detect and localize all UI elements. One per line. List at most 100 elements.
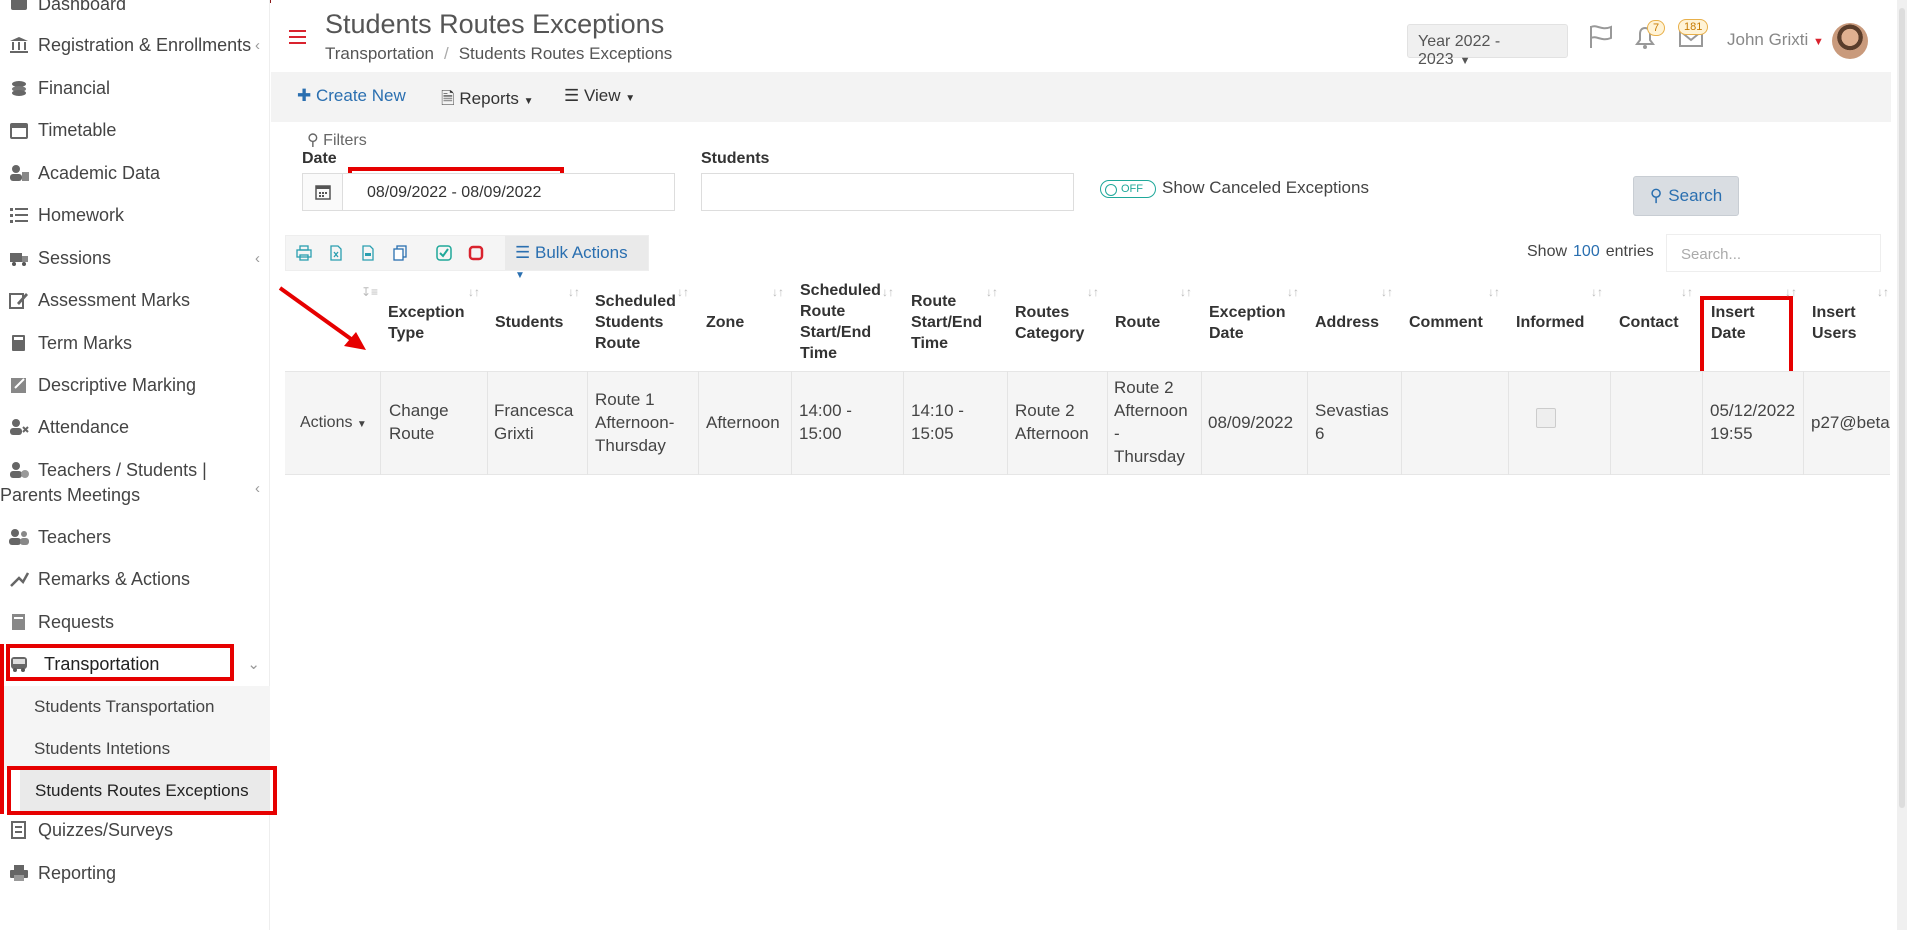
excel-icon[interactable]	[328, 245, 344, 261]
date-range-input[interactable]: 08/09/2022 - 08/09/2022	[302, 173, 675, 211]
sort-icon[interactable]: ↓↑	[986, 285, 998, 299]
sidebar-item-transportation[interactable]: Transportation ⌄	[0, 651, 270, 677]
sidebar-item-registration[interactable]: Registration & Enrollments ‹	[0, 32, 270, 58]
entries-count-select[interactable]: 100	[1573, 243, 1600, 260]
sidebar-item-sessions[interactable]: Sessions ‹	[0, 245, 270, 271]
user-menu[interactable]: John Grixti ▼	[1727, 30, 1824, 50]
scrollbar-thumb[interactable]	[1899, 8, 1905, 808]
col-comment[interactable]: Comment	[1409, 312, 1483, 333]
book-icon	[8, 334, 30, 352]
year-select[interactable]: Year 2022 - 2023 ▼	[1407, 24, 1568, 68]
select-all-icon[interactable]	[436, 245, 452, 261]
header-line: Address	[1315, 314, 1380, 331]
sort-icon[interactable]: ↓↑	[1785, 285, 1797, 299]
sidebar-subitem-students-transportation[interactable]: Students Transportation	[0, 686, 270, 728]
avatar[interactable]	[1832, 23, 1868, 59]
sort-icon[interactable]: ↓↑	[568, 285, 580, 299]
sort-icon[interactable]: ↓↑	[1591, 285, 1603, 299]
sidebar-subitem-students-routes-exceptions[interactable]: Students Routes Exceptions	[20, 770, 270, 812]
table-search-input[interactable]: Search...	[1666, 234, 1881, 272]
sidebar-item-financial[interactable]: Financial	[0, 75, 270, 101]
users-icon	[8, 164, 30, 182]
csv-icon[interactable]	[360, 245, 376, 261]
print-icon[interactable]	[296, 245, 312, 261]
show-label: Show	[1527, 243, 1568, 260]
column-divider	[1007, 371, 1008, 475]
col-students[interactable]: Students	[495, 312, 563, 333]
cell-line: Sevastias	[1315, 401, 1389, 420]
col-routes-category[interactable]: Routes Category	[1015, 302, 1084, 344]
breadcrumb-transportation[interactable]: Transportation	[325, 44, 434, 63]
sidebar-item-label: Quizzes/Surveys	[38, 819, 174, 840]
sidebar-item-homework[interactable]: Homework	[0, 202, 270, 228]
cell-students: Francesca Grixti	[494, 399, 573, 445]
sidebar-item-meetings[interactable]: Teachers / Students | Parents Meetings ‹	[0, 458, 270, 508]
sort-icon[interactable]: ↓↑	[882, 285, 894, 299]
caret-down-icon: ▼	[356, 419, 367, 430]
page-title: Students Routes Exceptions	[325, 9, 665, 39]
col-route-time[interactable]: Route Start/End Time	[911, 291, 982, 354]
column-divider	[698, 371, 699, 475]
sidebar-item-timetable[interactable]: Timetable	[0, 117, 270, 143]
flag-icon[interactable]	[1587, 24, 1615, 50]
sidebar-item-academic-data[interactable]: Academic Data	[0, 160, 270, 186]
cell-line: Change	[389, 401, 449, 420]
row-actions-label: Actions	[300, 414, 353, 431]
col-insert-date[interactable]: Insert Date	[1711, 302, 1755, 344]
sort-icon[interactable]: ↓↑	[1287, 285, 1299, 299]
sidebar-item-term-marks[interactable]: Term Marks	[0, 330, 270, 356]
search-button[interactable]: ⚲ Search	[1633, 176, 1739, 216]
sidebar-item-dashboard[interactable]: Dashboard	[0, 0, 270, 16]
col-insert-users[interactable]: Insert Users	[1812, 302, 1856, 344]
caret-down-icon: ▼	[523, 96, 534, 107]
sort-icon[interactable]: ↓↑	[1877, 285, 1889, 299]
sidebar-item-reporting[interactable]: Reporting	[0, 860, 270, 886]
list-icon	[8, 206, 30, 224]
create-new-button[interactable]: ✚ Create New	[297, 86, 406, 106]
sidebar-item-assessment-marks[interactable]: Assessment Marks	[0, 287, 270, 313]
caret-down-icon: ▼	[1812, 36, 1824, 48]
col-address[interactable]: Address	[1315, 312, 1379, 333]
sidebar-item-quizzes[interactable]: Quizzes/Surveys	[0, 817, 270, 843]
col-exception-type[interactable]: Exception Type	[388, 302, 464, 344]
deselect-all-icon[interactable]	[468, 245, 484, 261]
sidebar-item-label: Sessions	[38, 247, 112, 268]
reports-button[interactable]: 🗎 Reports ▼	[441, 86, 534, 115]
bulk-actions-button[interactable]: ☰ Bulk Actions ▼	[505, 236, 648, 281]
sort-icon[interactable]: ↓↑	[1087, 285, 1099, 299]
col-route[interactable]: Route	[1115, 312, 1160, 333]
caret-down-icon: ▼	[1459, 55, 1471, 67]
sidebar-item-descriptive-marking[interactable]: Descriptive Marking	[0, 372, 270, 398]
col-scheduled-students-route[interactable]: Scheduled Students Route	[595, 291, 676, 354]
col-informed[interactable]: Informed	[1516, 312, 1584, 333]
sidebar-subitem-students-intentions[interactable]: Students Intetions	[0, 728, 270, 770]
menu-toggle-icon[interactable]	[289, 30, 306, 44]
sidebar-item-label: Reporting	[38, 862, 117, 883]
sort-icon[interactable]: ↓↑	[1180, 285, 1192, 299]
page-scrollbar[interactable]	[1897, 0, 1907, 930]
view-button[interactable]: ☰ View ▼	[564, 86, 635, 106]
sort-icon[interactable]: ↓↑	[1381, 285, 1393, 299]
sidebar-item-requests[interactable]: Requests	[0, 609, 270, 635]
sort-icon[interactable]: ↓↑	[1488, 285, 1500, 299]
sort-icon[interactable]: ↓↑	[772, 285, 784, 299]
col-exception-date[interactable]: Exception Date	[1209, 302, 1285, 344]
row-actions-button[interactable]: Actions ▼	[300, 411, 367, 436]
sidebar-item-label: Dashboard	[38, 0, 127, 14]
sidebar-item-teachers[interactable]: Teachers	[0, 524, 270, 550]
show-canceled-toggle[interactable]: OFF	[1100, 180, 1156, 198]
col-contact[interactable]: Contact	[1619, 312, 1679, 333]
informed-checkbox[interactable]	[1536, 408, 1556, 428]
sort-icon[interactable]: ↓↑	[677, 285, 689, 299]
col-zone[interactable]: Zone	[706, 312, 744, 333]
sort-icon[interactable]: ↓↑	[468, 285, 480, 299]
sidebar-item-remarks[interactable]: Remarks & Actions	[0, 566, 270, 592]
cell-line: 08/09/2022	[1208, 413, 1294, 432]
sort-icon[interactable]: ↓↑	[1681, 285, 1693, 299]
students-select[interactable]	[701, 173, 1074, 211]
sidebar-item-attendance[interactable]: Attendance	[0, 414, 270, 440]
header-line: Users	[1812, 325, 1857, 342]
col-scheduled-route-time[interactable]: Scheduled Route Start/End Time	[800, 280, 881, 364]
calendar-icon[interactable]	[303, 174, 343, 210]
copy-icon[interactable]	[392, 245, 408, 261]
